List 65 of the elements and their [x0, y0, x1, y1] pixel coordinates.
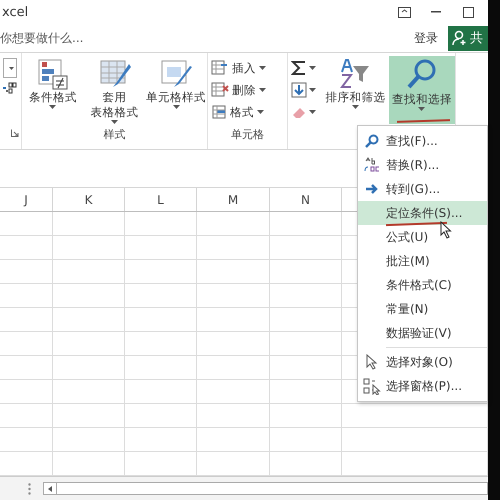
scroll-left-icon[interactable] [48, 486, 52, 492]
ribbon-button[interactable]: 套用 表格格式 [84, 56, 146, 124]
caret-icon [309, 88, 316, 92]
ribbon-button[interactable]: 格式 [211, 102, 266, 122]
minimize-icon[interactable] [431, 11, 441, 13]
share-button[interactable]: 共 [448, 26, 488, 50]
arrow-right-icon [365, 183, 379, 195]
caret-icon [259, 66, 266, 70]
caret-icon [111, 120, 118, 124]
menu-item[interactable]: 条件格式(C) [358, 273, 487, 297]
maximize-icon[interactable] [462, 6, 474, 18]
selection-pane-icon [363, 378, 381, 394]
delete-cells-icon [211, 82, 229, 98]
column-header[interactable]: M [197, 188, 270, 211]
caret-icon [309, 66, 316, 70]
sort-filter-icon [339, 58, 372, 90]
menu-item[interactable]: 批注(M) [358, 249, 487, 273]
column-header[interactable]: J [0, 188, 53, 211]
menu-item[interactable]: 选择窗格(P)... [358, 374, 487, 398]
number-format-dropdown[interactable] [3, 58, 18, 78]
search-icon [365, 134, 379, 148]
person-add-icon [452, 30, 468, 46]
menu-item[interactable]: 选择对象(O) [358, 350, 487, 374]
ribbon-button[interactable]: 排序和筛选 [322, 56, 388, 124]
caret-icon [352, 105, 359, 109]
window-title: xcel [2, 4, 28, 20]
caret-icon [172, 105, 180, 109]
column-header[interactable]: N [270, 188, 342, 211]
sigma-icon [291, 60, 307, 76]
caret-icon [309, 110, 316, 114]
column-header[interactable]: K [53, 188, 125, 211]
table-style-icon [98, 58, 130, 90]
menu-item[interactable]: 常量(N) [358, 297, 487, 321]
mouse-cursor-icon [440, 221, 452, 239]
menu-item[interactable]: 查找(F)... [358, 129, 487, 153]
group-label: 单元格 [230, 127, 265, 143]
cell-style-icon [160, 58, 192, 90]
menu-item[interactable]: 转到(G)... [358, 177, 487, 201]
ribbon-button[interactable]: 插入 [211, 58, 266, 78]
ribbon-button[interactable]: 查找和选择 [388, 56, 455, 124]
horizontal-scrollbar[interactable] [43, 482, 488, 495]
ribbon-button[interactable]: 删除 [211, 80, 266, 100]
menu-item[interactable]: 替换(R)... [358, 153, 487, 177]
menu-item[interactable]: 公式(U) [358, 225, 487, 249]
menu-item[interactable]: 定位条件(S)... [358, 201, 487, 225]
format-cells-icon [211, 104, 227, 120]
tab-split-handle-icon[interactable] [28, 482, 31, 494]
pointer-icon [366, 354, 378, 370]
ribbon-button[interactable]: 条件格式 [22, 56, 84, 124]
fill-down-icon [291, 82, 307, 98]
decimal-icon[interactable] [3, 80, 17, 94]
caret-icon [259, 88, 266, 92]
caret-icon [257, 110, 264, 114]
caret-icon [49, 105, 56, 109]
menu-item[interactable]: 数据验证(V) [358, 321, 487, 345]
replace-icon [364, 157, 380, 173]
caret-icon [418, 107, 426, 111]
conditional-format-icon [36, 58, 69, 90]
group-label: 样式 [102, 127, 126, 143]
insert-cells-icon [211, 60, 229, 76]
dialog-launcher-icon[interactable] [10, 129, 18, 137]
sign-in-link[interactable]: 登录 [414, 30, 438, 46]
ribbon-display-icon[interactable] [398, 6, 410, 18]
column-header[interactable]: L [125, 188, 197, 211]
ribbon-button[interactable]: 单元格样式 [145, 56, 208, 124]
